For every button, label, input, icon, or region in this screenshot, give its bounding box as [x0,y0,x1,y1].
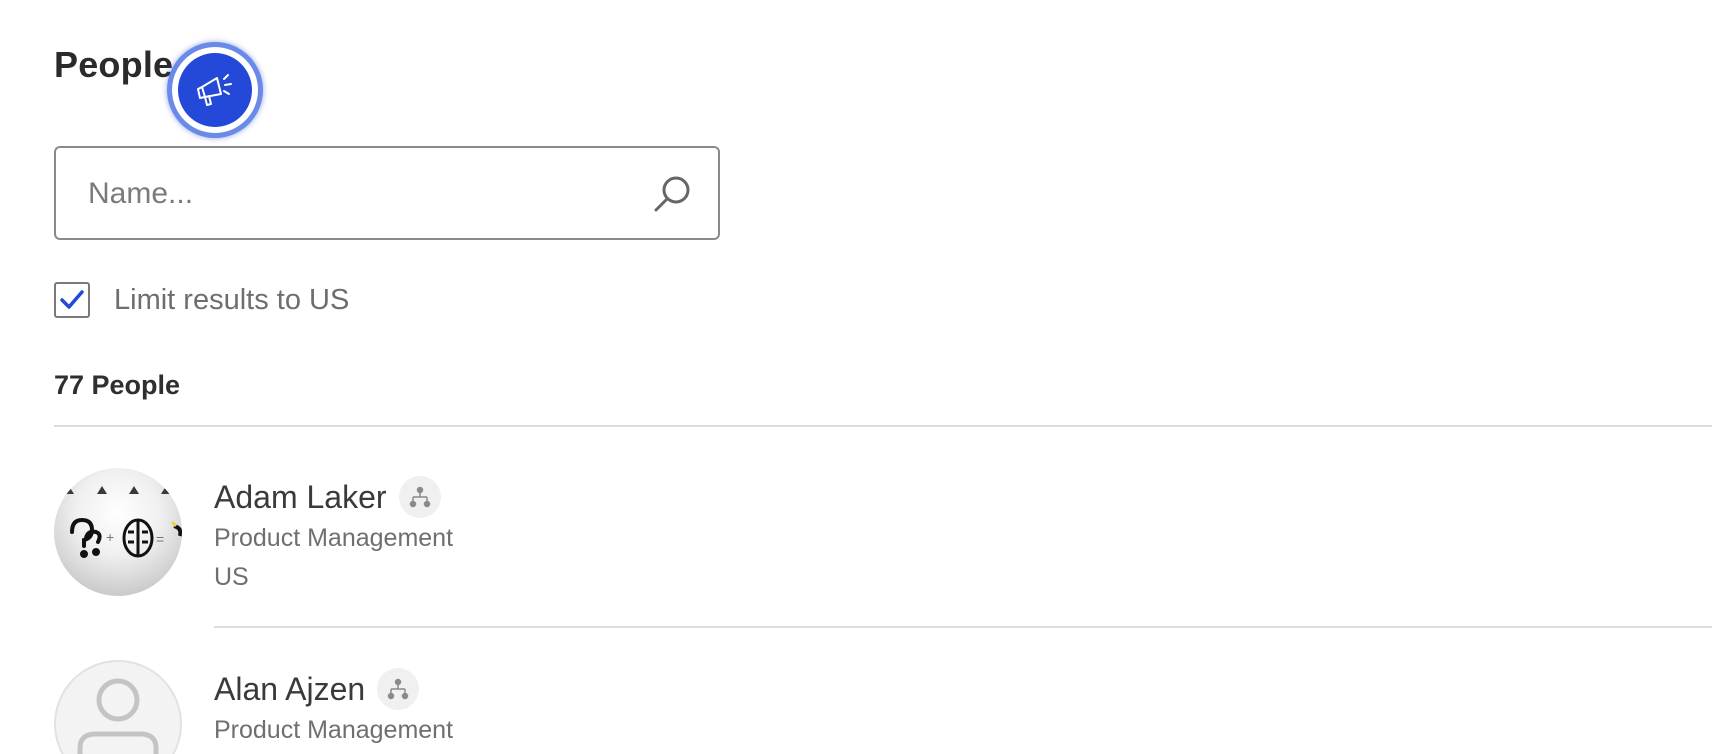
svg-text:+: + [106,529,114,545]
person-row[interactable]: + = Adam Laker Product Management US [54,468,1712,628]
org-chart-glyph [409,486,430,508]
avatar [54,660,182,754]
search-input[interactable] [86,148,650,240]
person-name[interactable]: Adam Laker [214,479,387,516]
results-divider [54,425,1712,427]
search-box [54,146,720,240]
search-icon[interactable] [652,174,692,214]
person-name[interactable]: Alan Ajzen [214,671,365,708]
placeholder-person-icon [77,678,159,754]
announcement-core [178,53,252,127]
people-page: People Name... Limit results to US 77 Pe… [0,0,1712,754]
org-chart-icon[interactable] [377,668,420,710]
title-row: People [54,44,173,86]
person-name-row: Adam Laker [214,476,453,518]
person-divider [214,626,1712,628]
checkmark-icon [60,290,84,309]
page-title: People [54,44,174,85]
person-department: Product Management [214,524,454,552]
org-chart-glyph [387,678,409,700]
limit-us-label: Limit results to US [114,283,350,316]
announcement-ring [172,47,258,133]
megaphone-icon [197,74,232,106]
person-info: Alan Ajzen Product Management [214,668,453,745]
announcement-button[interactable] [167,42,263,138]
results-count: 77 People [54,370,181,400]
person-info: Adam Laker Product Management US [214,476,453,592]
person-name-row: Alan Ajzen [214,668,453,710]
avatar: + = [54,468,182,596]
person-row[interactable]: Alan Ajzen Product Management [54,660,1712,754]
avatar-image: + = [64,486,182,558]
svg-text:=: = [156,531,164,547]
person-department: Product Management [214,716,454,744]
person-location: US [214,563,249,591]
limit-us-filter[interactable]: Limit results to US [54,282,349,318]
limit-us-checkbox[interactable] [54,282,90,318]
org-chart-icon[interactable] [398,476,441,518]
